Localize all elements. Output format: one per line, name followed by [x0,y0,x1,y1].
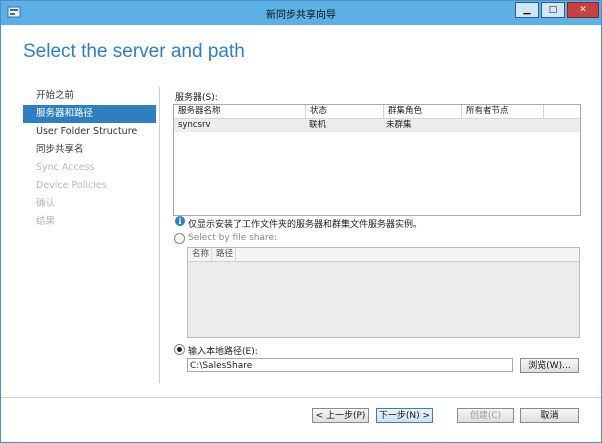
maximize-button[interactable]: □ [541,2,565,18]
next-button[interactable]: 下一步(N) > [376,408,433,423]
window-controls: ▁ □ ✕ [513,2,599,18]
nav-item-confirmation: 确认 [36,198,56,209]
close-icon: ✕ [579,5,587,15]
server-table-header: 服务器名称 状态 群集角色 所有者节点 [174,105,580,119]
info-text: 仅显示安装了工作文件夹的服务器和群集文件服务器实例。 [188,220,423,230]
close-button[interactable]: ✕ [567,2,599,18]
title-bar: 新同步共享向导 ▁ □ ✕ [1,1,601,25]
page-title: Select the server and path [23,41,245,62]
file-share-radio[interactable] [174,233,185,244]
file-share-list: 名称 路径 [187,247,580,338]
server-owner-cell [459,119,540,132]
wizard-window: 新同步共享向导 ▁ □ ✕ Select the server and path… [0,0,602,443]
minimize-button[interactable]: ▁ [515,2,539,18]
column-header-status[interactable]: 状态 [306,105,384,118]
servers-label: 服务器(S): [175,93,218,103]
create-button: 创建(C) [457,408,514,423]
window-title: 新同步共享向导 [266,10,336,21]
nav-item-user-folder-structure[interactable]: User Folder Structure [23,123,156,141]
nav-item-device-policies: Device Policies [36,180,107,191]
footer-divider [1,397,601,398]
local-path-option-label[interactable]: 输入本地路径(E): [188,344,258,357]
file-share-list-header: 名称 路径 [188,248,579,262]
info-icon: i [175,216,185,226]
cancel-button[interactable]: 取消 [520,408,579,423]
local-path-radio[interactable] [174,344,185,355]
server-table[interactable]: 服务器名称 状态 群集角色 所有者节点 syncsrv 联机 未群集 [173,104,581,216]
server-role-cell: 未群集 [386,120,412,130]
nav-item-sync-access: Sync Access [36,162,95,173]
nav-divider [159,87,160,383]
browse-button[interactable]: 浏览(W)... [520,358,579,373]
local-path-input[interactable]: C:\SalesShare [187,358,513,372]
server-status-cell: 联机 [309,120,327,130]
nav-item-server-and-path[interactable]: 服务器和路径 [23,105,156,123]
previous-button[interactable]: < 上一步(P) [312,408,369,423]
nav-item-results: 结果 [36,216,56,227]
column-header-cluster-role[interactable]: 群集角色 [384,105,462,118]
minimize-icon: ▁ [523,5,531,15]
table-row[interactable]: syncsrv 联机 未群集 [174,119,580,132]
column-header-share-name: 名称 [188,248,212,261]
column-header-owner-node[interactable]: 所有者节点 [462,105,544,118]
nav-item-sync-share-name[interactable]: 同步共享名 [23,141,156,159]
nav-item-before-you-begin[interactable]: 开始之前 [23,87,156,105]
server-name-cell: syncsrv [178,120,211,130]
column-header-share-path: 路径 [212,248,236,261]
wizard-nav: 开始之前 服务器和路径 User Folder Structure 同步共享名 … [23,87,156,231]
file-share-option-label[interactable]: Select by file share: [188,233,277,243]
maximize-icon: □ [548,5,558,15]
column-header-server-name[interactable]: 服务器名称 [174,105,306,118]
